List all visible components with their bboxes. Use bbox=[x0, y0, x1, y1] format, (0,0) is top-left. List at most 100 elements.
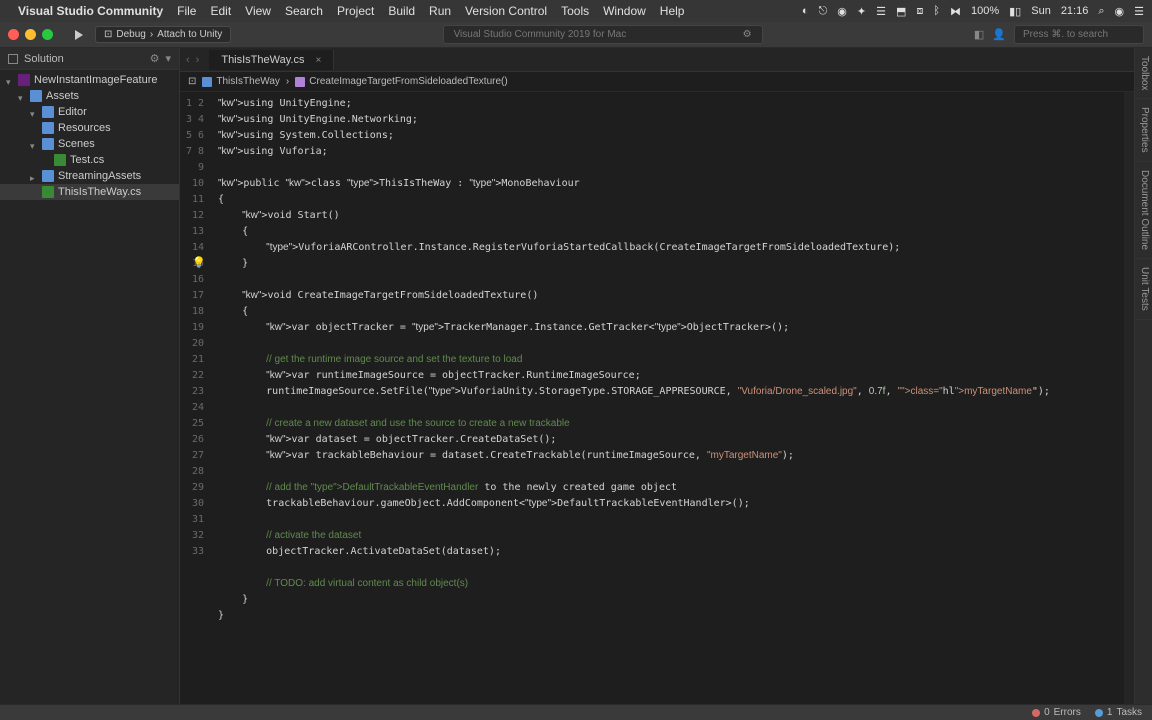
tasks-count: 1 bbox=[1107, 707, 1113, 718]
code-content[interactable]: "kw">using UnityEngine; "kw">using Unity… bbox=[210, 92, 1124, 704]
tasks-label: Tasks bbox=[1116, 707, 1142, 718]
tree-item[interactable]: Test.cs bbox=[0, 152, 179, 168]
profile-icon[interactable]: 👤 bbox=[992, 28, 1006, 41]
folder-icon bbox=[42, 138, 54, 150]
solution-icon bbox=[8, 54, 18, 64]
tree-item-label: Scenes bbox=[58, 138, 95, 150]
mac-menubar: Visual Studio Community File Edit View S… bbox=[0, 0, 1152, 22]
tree-item[interactable]: StreamingAssets bbox=[0, 168, 179, 184]
nav-forward-icon[interactable]: › bbox=[196, 54, 200, 66]
lightbulb-icon[interactable]: 💡 bbox=[192, 256, 206, 269]
menu-run[interactable]: Run bbox=[429, 4, 451, 18]
disclosure-icon[interactable] bbox=[30, 140, 38, 148]
sys-icon[interactable]: ◐ bbox=[802, 5, 809, 17]
side-tab-document-outline[interactable]: Document Outline bbox=[1135, 162, 1152, 259]
close-tab-icon[interactable]: × bbox=[316, 55, 322, 66]
side-tab-toolbox[interactable]: Toolbox bbox=[1135, 48, 1152, 99]
menu-edit[interactable]: Edit bbox=[210, 4, 231, 18]
gear-icon[interactable]: ⚙ bbox=[150, 52, 160, 65]
window-controls[interactable] bbox=[8, 29, 53, 40]
breadcrumb-class[interactable]: ThisIsTheWay bbox=[216, 76, 280, 87]
side-tab-unit-tests[interactable]: Unit Tests bbox=[1135, 259, 1152, 320]
solution-header[interactable]: Solution ⚙ ▾ bbox=[0, 48, 179, 70]
tree-item[interactable]: Editor bbox=[0, 104, 179, 120]
sys-icon[interactable]: ◉ bbox=[837, 5, 847, 18]
minimap[interactable] bbox=[1124, 92, 1134, 704]
menu-view[interactable]: View bbox=[245, 4, 271, 18]
no-selection-icon: ⊡ bbox=[188, 76, 196, 87]
build-config-selector[interactable]: ⊡ Debug › Attach to Unity bbox=[95, 26, 231, 43]
tree-item[interactable]: Assets bbox=[0, 88, 179, 104]
right-side-tabs: Toolbox Properties Document Outline Unit… bbox=[1134, 48, 1152, 704]
clock-day[interactable]: Sun bbox=[1031, 5, 1051, 17]
menu-build[interactable]: Build bbox=[388, 4, 415, 18]
tab-strip: ‹ › ThisIsTheWay.cs × bbox=[180, 48, 1134, 72]
menu-file[interactable]: File bbox=[177, 4, 196, 18]
center-info[interactable]: Visual Studio Community 2019 for Mac ⚙ bbox=[443, 25, 763, 44]
sys-icon[interactable]: ☰ bbox=[876, 5, 886, 18]
tree-item[interactable]: ThisIsTheWay.cs bbox=[0, 184, 179, 200]
menu-project[interactable]: Project bbox=[337, 4, 374, 18]
minimize-window-icon[interactable] bbox=[25, 29, 36, 40]
menu-help[interactable]: Help bbox=[660, 4, 685, 18]
method-icon bbox=[295, 77, 305, 87]
collapse-icon[interactable]: ▾ bbox=[165, 52, 171, 65]
folder-icon bbox=[42, 106, 54, 118]
breadcrumb[interactable]: ⊡ ThisIsTheWay › CreateImageTargetFromSi… bbox=[180, 72, 1134, 92]
folder-icon bbox=[42, 170, 54, 182]
siri-icon[interactable]: ◉ bbox=[1115, 5, 1125, 18]
side-tab-properties[interactable]: Properties bbox=[1135, 99, 1152, 162]
nav-back-icon[interactable]: ‹ bbox=[186, 54, 190, 66]
tree-item-label: Editor bbox=[58, 106, 87, 118]
task-icon bbox=[1095, 709, 1103, 717]
app-name[interactable]: Visual Studio Community bbox=[18, 4, 163, 18]
clock-time[interactable]: 21:16 bbox=[1061, 5, 1089, 17]
center-text: Visual Studio Community 2019 for Mac bbox=[454, 29, 627, 40]
editor-area: ‹ › ThisIsTheWay.cs × ⊡ ThisIsTheWay › C… bbox=[180, 48, 1134, 704]
disclosure-icon[interactable] bbox=[30, 172, 38, 180]
status-errors[interactable]: 0 Errors bbox=[1032, 707, 1081, 718]
menu-window[interactable]: Window bbox=[603, 4, 646, 18]
search-placeholder: Press ⌘. to search bbox=[1023, 29, 1108, 40]
line-gutter: 1 2 3 4 5 6 7 8 9 10 11 12 13 14 15 16 1… bbox=[180, 92, 210, 704]
cs-icon bbox=[42, 186, 54, 198]
spotlight-icon[interactable]: ⌕ bbox=[1098, 5, 1104, 18]
sys-icon[interactable]: ✦ bbox=[857, 5, 866, 18]
cs-icon bbox=[54, 154, 66, 166]
error-icon bbox=[1032, 709, 1040, 717]
tree-item-label: StreamingAssets bbox=[58, 170, 141, 182]
global-search-input[interactable]: Press ⌘. to search bbox=[1014, 25, 1144, 44]
run-button[interactable] bbox=[75, 30, 83, 40]
chevron-right-icon: › bbox=[150, 29, 153, 40]
config-label: Debug bbox=[116, 29, 145, 40]
sys-icon[interactable]: ⧈ bbox=[916, 5, 923, 18]
menu-vc[interactable]: Version Control bbox=[465, 4, 547, 18]
disclosure-icon[interactable] bbox=[6, 76, 14, 84]
tree-item-label: Test.cs bbox=[70, 154, 104, 166]
errors-count: 0 bbox=[1044, 707, 1050, 718]
disclosure-icon[interactable] bbox=[30, 108, 38, 116]
menu-search[interactable]: Search bbox=[285, 4, 323, 18]
gear-icon[interactable]: ⚙ bbox=[743, 29, 752, 40]
breadcrumb-method[interactable]: CreateImageTargetFromSideloadedTexture() bbox=[309, 76, 507, 87]
wifi-icon[interactable]: ⧓ bbox=[950, 5, 961, 18]
sys-icon[interactable]: ⎋ bbox=[819, 5, 828, 18]
notifications-icon[interactable]: ☰ bbox=[1134, 5, 1144, 18]
bluetooth-icon[interactable]: ᛒ bbox=[933, 5, 940, 17]
tree-item[interactable]: NewInstantImageFeature bbox=[0, 72, 179, 88]
zoom-window-icon[interactable] bbox=[42, 29, 53, 40]
tree-item-label: Assets bbox=[46, 90, 79, 102]
code-editor[interactable]: 1 2 3 4 5 6 7 8 9 10 11 12 13 14 15 16 1… bbox=[180, 92, 1134, 704]
disclosure-icon[interactable] bbox=[18, 92, 26, 100]
tree-item-label: ThisIsTheWay.cs bbox=[58, 186, 141, 198]
folder-icon bbox=[30, 90, 42, 102]
sys-icon[interactable]: ⬒ bbox=[896, 5, 906, 18]
file-tab-active[interactable]: ThisIsTheWay.cs × bbox=[209, 50, 334, 70]
tree-item[interactable]: Scenes bbox=[0, 136, 179, 152]
notification-icon[interactable]: ◧ bbox=[974, 28, 984, 41]
menu-tools[interactable]: Tools bbox=[561, 4, 589, 18]
close-window-icon[interactable] bbox=[8, 29, 19, 40]
status-tasks[interactable]: 1 Tasks bbox=[1095, 707, 1142, 718]
tree-item[interactable]: Resources bbox=[0, 120, 179, 136]
chevron-right-icon: › bbox=[286, 76, 289, 87]
